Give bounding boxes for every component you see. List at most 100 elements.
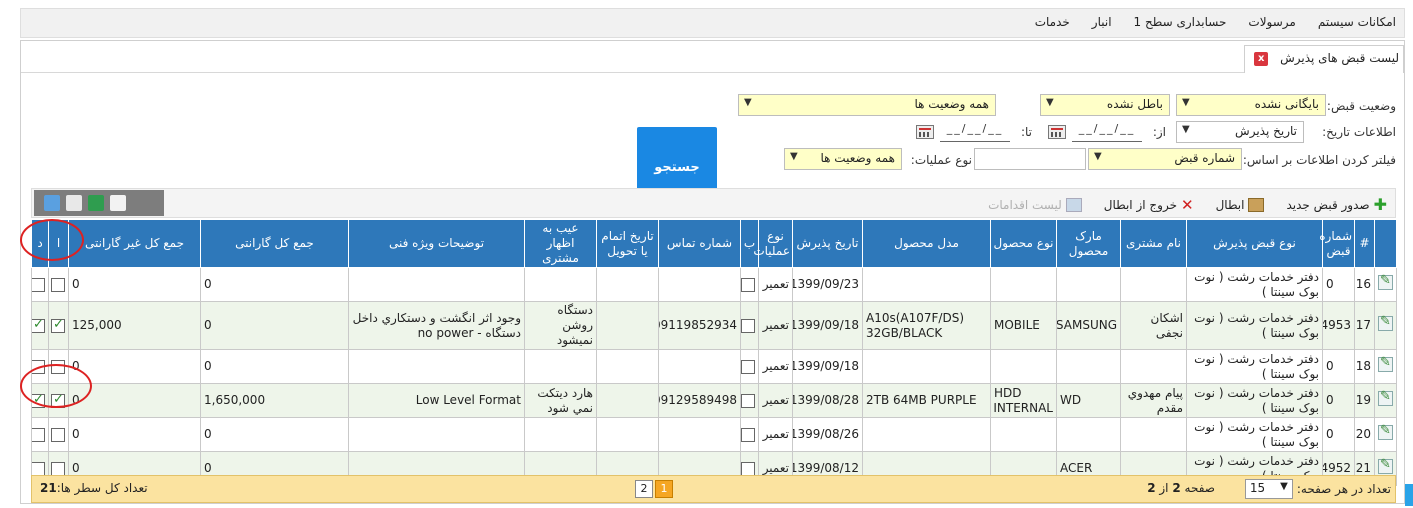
cancel-status-select[interactable]: باطل نشده ▼ [1040,94,1170,116]
op-type-select[interactable]: همه وضعیت ها ▼ [784,148,902,170]
edit-icon[interactable] [1378,457,1393,474]
a-checkbox[interactable] [51,392,65,408]
to-date-input[interactable]: __/__/__ [940,122,1010,142]
op-type-value: همه وضعیت ها [820,151,896,165]
a-cell [48,349,69,384]
page-button[interactable]: 2 [635,480,653,498]
column-header[interactable]: نوع محصول [990,219,1057,268]
actions-list-button[interactable]: لیست اقدامات [988,195,1082,214]
column-header[interactable]: جمع کل گارانتی [200,219,349,268]
close-icon[interactable]: x [1254,51,1269,66]
top-menu-item[interactable]: امکانات سیستم [1318,15,1396,29]
column-header[interactable]: نام مشتری [1120,219,1187,268]
filter-field-select[interactable]: شماره قبض ▼ [1088,148,1242,170]
d-checkbox[interactable] [32,427,45,442]
chevron-down-icon: ▼ [1182,97,1190,108]
d-checkbox[interactable] [32,277,45,292]
column-header[interactable]: تاریخ پذیرش [792,219,863,268]
a-checkbox[interactable] [51,317,65,333]
all-status-select[interactable]: همه وضعیت ها ▼ [738,94,996,116]
a-checkbox[interactable] [51,359,65,374]
date-type-select[interactable]: تاریخ پذیرش ▼ [1176,121,1304,143]
page-button[interactable]: 1 [655,480,673,498]
d-checkbox[interactable] [32,359,45,374]
column-header[interactable]: نوع عملیات [753,219,793,268]
column-header[interactable]: ا [48,219,69,268]
b-checkbox[interactable] [741,359,755,374]
column-header[interactable]: نوع قبض پذیرش [1186,219,1323,268]
b-checkbox[interactable] [741,461,755,476]
customer-defect [524,267,597,302]
column-header[interactable]: مارک محصول [1056,219,1121,268]
top-menu-item[interactable]: مرسولات [1248,15,1295,29]
column-header[interactable]: تاریخ اتمام یا تحویل [596,219,659,268]
edit-icon[interactable] [1378,355,1393,372]
top-menu-item[interactable]: خدمات [1035,15,1070,29]
op-type-label: نوع عملیات: [910,153,972,167]
from-date-input[interactable]: __/__/__ [1072,122,1142,142]
edit-icon[interactable] [1378,389,1393,406]
table-row[interactable]: 1714953دفتر خدمات رشت ( نوت بوک سینتا )ا… [31,301,1397,350]
technical-notes: وجود اثر انگشت و دستکاري داخل دستگاه - n… [348,301,525,350]
exit-cancel-button[interactable]: ✕ خروج از ابطال [1104,195,1194,214]
print-icon[interactable] [66,195,82,211]
new-receipt-button[interactable]: ✚ صدور قبض جدید [1286,195,1387,214]
warranty-total: 0 [200,267,349,302]
technical-notes [348,417,525,452]
d-checkbox[interactable] [32,461,45,476]
column-header[interactable]: مدل محصول [862,219,991,268]
a-cell [48,301,69,350]
top-menu-item[interactable]: انبار [1092,15,1112,29]
column-header[interactable]: شماره قبض [1319,219,1355,268]
toolbar-actions: ✚ صدور قبض جدید ابطال ✕ خروج از ابطال لیست… [988,195,1387,214]
table-row[interactable]: 190دفتر خدمات رشت ( نوت بوک سینتا )پیام … [31,383,1397,418]
receipt-number: 0 [1322,417,1355,452]
column-header[interactable]: عیب به اظهار مشتری [524,219,597,268]
document-icon[interactable] [110,195,126,211]
column-header[interactable]: توضیحات ویژه فنی [348,219,525,268]
edit-icon[interactable] [1378,273,1393,290]
receipt-type: دفتر خدمات رشت ( نوت بوک سینتا ) [1186,301,1323,350]
receipt-type: دفتر خدمات رشت ( نوت بوک سینتا ) [1186,267,1323,302]
status-select[interactable]: بایگانی نشده ▼ [1176,94,1326,116]
a-checkbox[interactable] [51,427,65,442]
b-checkbox[interactable] [741,427,755,442]
b-checkbox[interactable] [741,318,755,333]
a-checkbox[interactable] [51,461,65,476]
d-checkbox[interactable] [32,392,45,408]
d-cell [31,267,49,302]
column-header[interactable]: شماره تماس [658,219,741,268]
tab-receipts-list[interactable]: لیست قبض های پذیرش x [1244,45,1404,73]
excel-icon[interactable] [88,195,104,211]
filter-text-input[interactable] [974,148,1086,170]
edit-icon[interactable] [1378,314,1393,331]
table-row[interactable]: 160دفتر خدمات رشت ( نوت بوک سینتا )1399/… [31,267,1397,302]
b-checkbox[interactable] [741,277,755,292]
chevron-down-icon: ▼ [1046,97,1054,108]
column-header[interactable]: # [1354,219,1375,268]
table-row[interactable]: 200دفتر خدمات رشت ( نوت بوک سینتا )1399/… [31,417,1397,452]
receipt-date: 1399/08/28 [792,383,863,418]
customer-defect [524,349,597,384]
b-checkbox[interactable] [741,393,755,408]
phone-number: 09129589498 [658,383,741,418]
top-menu-item[interactable]: حسابداری سطح 1 [1134,15,1227,29]
edit-cell [1374,417,1397,452]
technical-notes [348,349,525,384]
column-header[interactable]: جمع کل غیر گارانتی [68,219,201,268]
list-icon [1065,197,1082,212]
table-row[interactable]: 180دفتر خدمات رشت ( نوت بوک سینتا )1399/… [31,349,1397,384]
cancel-button[interactable]: ابطال [1216,195,1265,214]
per-page-select[interactable]: 15 ▼ [1244,479,1293,499]
receipt-type: دفتر خدمات رشت ( نوت بوک سینتا ) [1186,417,1323,452]
warranty-total: 0 [200,349,349,384]
calendar-icon[interactable] [1048,125,1066,139]
column-header[interactable] [1374,219,1397,268]
ie-icon[interactable] [44,195,60,211]
a-checkbox[interactable] [51,277,65,292]
column-header[interactable]: د [31,219,49,268]
calendar-icon[interactable] [916,125,934,139]
edit-icon[interactable] [1378,423,1393,440]
d-checkbox[interactable] [32,317,45,333]
warranty-total: 0 [200,301,349,350]
